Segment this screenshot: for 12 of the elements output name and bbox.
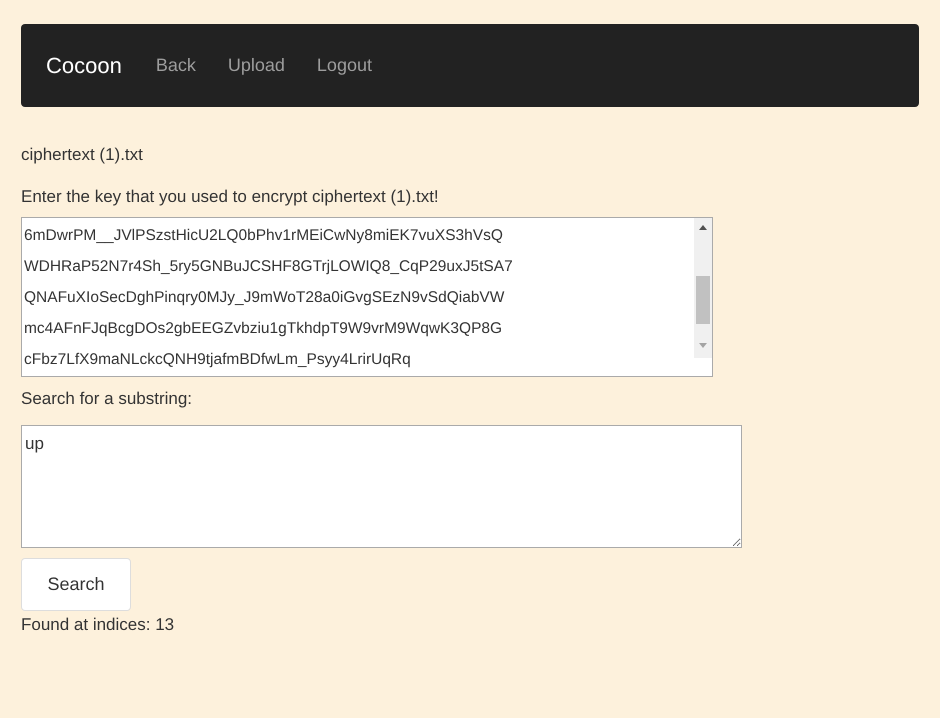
search-button[interactable]: Search [21,558,131,611]
result-text: Found at indices: 13 [21,615,176,635]
nav-link[interactable]: Logout [316,55,372,76]
search-field[interactable]: up [21,425,742,548]
search-label: Search for a substring: [21,389,194,409]
prompt-text: Enter the key that you used to encrypt ciphertext (1).txt! [21,187,440,207]
nav-link[interactable]: Back [156,55,196,76]
nav-link[interactable]: Upload [228,55,285,76]
brand-link[interactable]: Cocoon [46,52,122,78]
key-field[interactable]: 6mDwrPM__JVlPSzstHicU2LQ0bPhv1rMEiCwNy8miEK7vuXS3hVsQ WDHRaP52N7r4Sh_5ry5GNBuJCSHF8GTrjLOWIQ8_CqP29uxJ5tSA7 QNAFuXIoSecDghPinqry0MJy_J9mWoT28a0iGvgSEzN9vSdQiabVW mc4AFnFJqBcgDOs2gbEEGZvbziu1gTkhdpT9W9vrM9WqwK3QP8G cFbz7LfX9maNLckcQNH9tjafmBDfwLm_Psyy4LrirUqRq [21,217,713,377]
file-name: ciphertext (1).txt [21,145,144,165]
scrollbar-icon[interactable] [694,218,712,358]
